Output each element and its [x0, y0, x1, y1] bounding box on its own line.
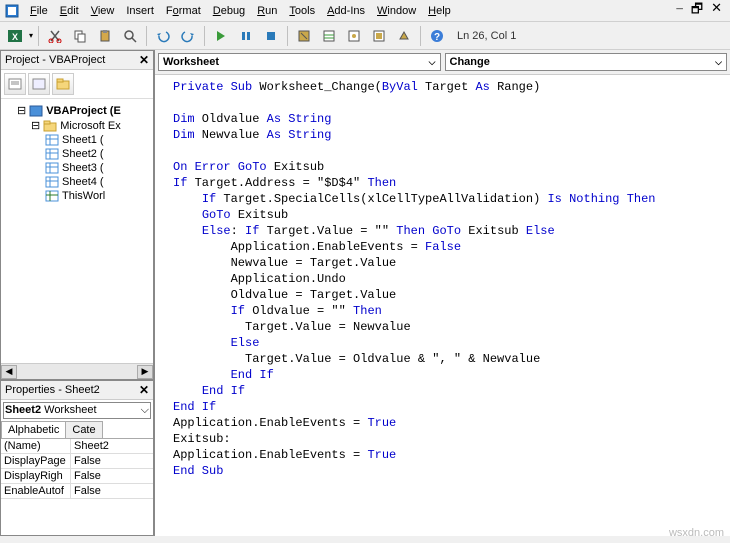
chevron-down-icon: ⌵: [429, 57, 436, 68]
menu-file[interactable]: File: [24, 3, 54, 19]
help-icon[interactable]: ?: [426, 25, 448, 47]
prop-row: (Name)Sheet2: [1, 439, 153, 454]
menu-window[interactable]: Window: [371, 3, 422, 19]
design-mode-icon[interactable]: [293, 25, 315, 47]
properties-grid[interactable]: (Name)Sheet2 DisplayPageFalse DisplayRig…: [1, 439, 153, 499]
view-object-button[interactable]: [28, 73, 50, 95]
view-code-button[interactable]: [4, 73, 26, 95]
redo-icon[interactable]: [177, 25, 199, 47]
window-controls: – 🗗 ✕: [676, 0, 726, 22]
code-editor: Worksheet⌵ Change⌵ Private Sub Worksheet…: [154, 50, 730, 536]
cut-icon[interactable]: [44, 25, 66, 47]
properties-panel: Properties - Sheet2 ✕ Sheet2 Worksheet ⌵…: [0, 380, 154, 536]
code-text[interactable]: Private Sub Worksheet_Change(ByVal Targe…: [155, 75, 730, 536]
properties-icon[interactable]: [343, 25, 365, 47]
pause-icon[interactable]: [235, 25, 257, 47]
find-icon[interactable]: [119, 25, 141, 47]
svg-text:?: ?: [434, 32, 440, 43]
undo-icon[interactable]: [152, 25, 174, 47]
toggle-folders-button[interactable]: [52, 73, 74, 95]
stop-icon[interactable]: [260, 25, 282, 47]
prop-row: DisplayRighFalse: [1, 469, 153, 484]
menu-format[interactable]: Format: [160, 3, 207, 19]
app-icon: [4, 3, 20, 19]
minus-icon: ⊟: [31, 119, 40, 132]
menu-bar: File Edit View Insert Format Debug Run T…: [0, 0, 730, 22]
menu-tools[interactable]: Tools: [283, 3, 321, 19]
dropdown-caret-icon[interactable]: ▾: [29, 31, 33, 40]
project-panel-close[interactable]: ✕: [139, 53, 149, 67]
toolbox-icon[interactable]: [393, 25, 415, 47]
project-tree[interactable]: ⊟ VBAProject (E ⊟ Microsoft Ex Sheet1 ( …: [1, 99, 153, 207]
prop-row: DisplayPageFalse: [1, 454, 153, 469]
excel-icon[interactable]: X: [4, 25, 26, 47]
run-icon[interactable]: [210, 25, 232, 47]
restore-button[interactable]: 🗗: [691, 0, 703, 22]
menu-run[interactable]: Run: [251, 3, 283, 19]
vba-project-icon: [29, 105, 43, 117]
copy-icon[interactable]: [69, 25, 91, 47]
project-explorer-panel: Project - VBAProject ✕ ⊟ VBAProject (E ⊟…: [0, 50, 154, 380]
cursor-position: Ln 26, Col 1: [457, 30, 516, 42]
project-scrollbar[interactable]: ◀ ▶: [1, 363, 153, 379]
tree-sheet2[interactable]: Sheet2 (: [3, 147, 151, 161]
tree-thisworkbook[interactable]: ThisWorl: [3, 189, 151, 203]
menu-insert[interactable]: Insert: [120, 3, 160, 19]
toolbar: X ▾ ? Ln 26, Col 1: [0, 22, 730, 50]
menu-view[interactable]: View: [85, 3, 121, 19]
chevron-down-icon: ⌵: [715, 57, 722, 68]
properties-object-select[interactable]: Sheet2 Worksheet ⌵: [3, 402, 151, 419]
procedure-dropdown[interactable]: Change⌵: [445, 53, 728, 71]
close-button[interactable]: ✕: [711, 0, 722, 22]
tab-categorized[interactable]: Cate: [65, 421, 102, 438]
menu-edit[interactable]: Edit: [54, 3, 85, 19]
scroll-left-icon[interactable]: ◀: [1, 365, 17, 379]
object-dropdown[interactable]: Worksheet⌵: [158, 53, 441, 71]
worksheet-icon: [45, 134, 59, 146]
worksheet-icon: [45, 148, 59, 160]
tab-alphabetic[interactable]: Alphabetic: [1, 421, 66, 438]
workbook-icon: [45, 190, 59, 202]
paste-icon[interactable]: [94, 25, 116, 47]
properties-panel-close[interactable]: ✕: [139, 383, 149, 397]
menu-addins[interactable]: Add-Ins: [321, 3, 371, 19]
tree-sheet1[interactable]: Sheet1 (: [3, 133, 151, 147]
tree-folder[interactable]: ⊟ Microsoft Ex: [3, 118, 151, 133]
watermark: wsxdn.com: [669, 527, 724, 539]
worksheet-icon: [45, 176, 59, 188]
tree-sheet4[interactable]: Sheet4 (: [3, 175, 151, 189]
tree-root[interactable]: ⊟ VBAProject (E: [3, 103, 151, 118]
object-browser-icon[interactable]: [368, 25, 390, 47]
minimize-button[interactable]: –: [676, 0, 683, 22]
menu-help[interactable]: Help: [422, 3, 457, 19]
tree-sheet3[interactable]: Sheet3 (: [3, 161, 151, 175]
project-panel-title: Project - VBAProject: [5, 54, 105, 66]
folder-icon: [43, 120, 57, 132]
scroll-right-icon[interactable]: ▶: [137, 365, 153, 379]
project-explorer-icon[interactable]: [318, 25, 340, 47]
prop-row: EnableAutofFalse: [1, 484, 153, 499]
svg-text:X: X: [12, 32, 18, 42]
minus-icon: ⊟: [17, 104, 26, 117]
worksheet-icon: [45, 162, 59, 174]
menu-debug[interactable]: Debug: [207, 3, 251, 19]
properties-panel-title: Properties - Sheet2: [5, 384, 100, 396]
